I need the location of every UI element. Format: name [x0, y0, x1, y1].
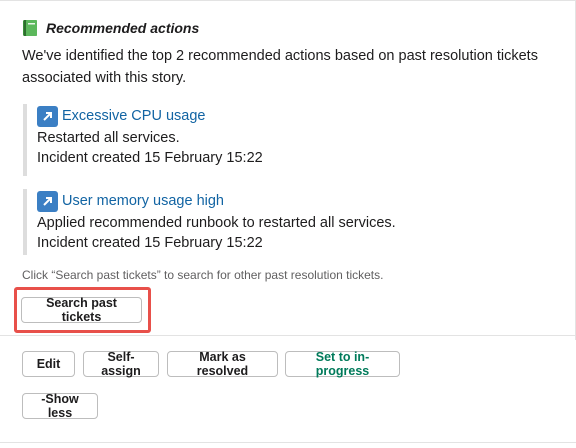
mark-resolved-button[interactable]: Mark as resolved — [167, 350, 278, 378]
recommended-action: User memory usage high Applied recommend… — [23, 189, 543, 255]
green-book-icon — [22, 19, 39, 37]
self-assign-button[interactable]: Self-assign — [83, 350, 159, 378]
action-incident-date: Incident created 15 February 15:22 — [37, 235, 263, 251]
action-detail: Applied recommended runbook to restarted… — [37, 215, 396, 231]
section-title: Recommended actions — [46, 20, 200, 36]
action-link-memory-usage[interactable]: User memory usage high — [62, 193, 224, 209]
arrow-up-right-icon — [37, 190, 58, 212]
edit-button[interactable]: Edit — [22, 351, 75, 377]
section-header: Recommended actions — [22, 17, 199, 39]
search-hint: Click “Search past tickets” to search fo… — [22, 268, 384, 282]
action-link-cpu-usage[interactable]: Excessive CPU usage — [62, 108, 205, 124]
action-detail: Restarted all services. — [37, 130, 180, 146]
recommended-action: Excessive CPU usage Restarted all servic… — [23, 104, 543, 176]
arrow-up-right-icon — [37, 105, 58, 127]
show-less-button[interactable]: -Show less — [22, 392, 98, 420]
top-divider — [0, 0, 576, 1]
bottom-divider — [0, 442, 576, 443]
actions-divider — [0, 335, 576, 336]
action-incident-date: Incident created 15 February 15:22 — [37, 150, 263, 166]
search-past-tickets-button[interactable]: Search past tickets — [21, 296, 142, 324]
set-in-progress-button[interactable]: Set to in-progress — [285, 350, 400, 378]
intro-text: We've identified the top 2 recommended a… — [22, 48, 538, 86]
